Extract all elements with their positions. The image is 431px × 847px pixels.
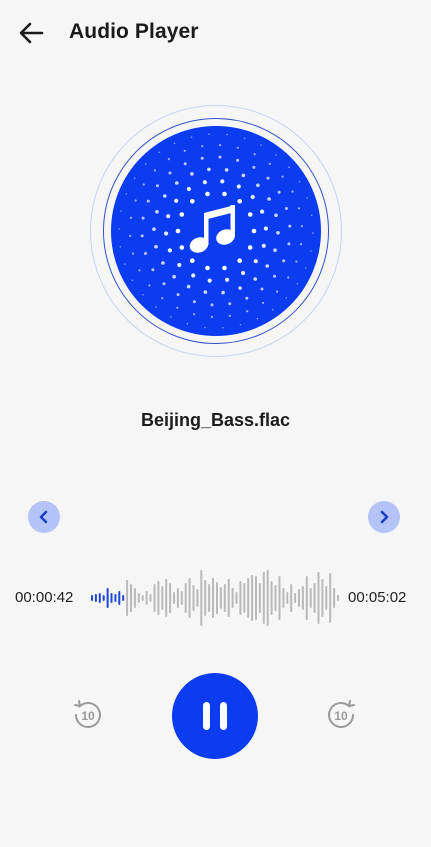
waveform-bar	[200, 570, 203, 626]
waveform-bar	[270, 581, 273, 615]
music-note-icon	[189, 205, 235, 253]
waveform-bar	[122, 595, 125, 601]
waveform-bar	[165, 579, 168, 617]
waveform-bar	[313, 583, 316, 613]
waveform-bar	[239, 581, 242, 615]
waveform-bar	[106, 588, 109, 608]
waveform-bar	[286, 592, 289, 604]
waveform-bar	[180, 591, 183, 605]
rewind-10-button[interactable]: 10	[70, 697, 106, 733]
waveform-bar	[337, 595, 339, 601]
waveform-bar	[321, 579, 324, 617]
waveform-bar	[251, 575, 254, 621]
waveform-bar	[219, 587, 222, 609]
pause-icon	[203, 702, 227, 730]
waveform-bar	[282, 588, 285, 608]
waveform-bar	[157, 581, 160, 615]
waveform-bar	[161, 586, 164, 610]
waveform-bar	[184, 583, 187, 613]
waveform-bar	[118, 591, 121, 605]
previous-track-button[interactable]	[28, 501, 60, 533]
waveform-bar	[317, 572, 320, 624]
waveform-bar	[176, 588, 179, 608]
forward-seconds-label: 10	[334, 709, 348, 723]
waveform-bar	[243, 583, 246, 613]
waveform-bar	[333, 588, 336, 608]
chevron-left-icon	[39, 510, 48, 524]
back-button[interactable]	[14, 16, 48, 50]
artwork-disc	[111, 126, 321, 336]
waveform-bar	[169, 583, 172, 613]
elapsed-time: 00:00:42	[15, 589, 74, 606]
waveform-bar	[208, 584, 211, 612]
waveform-bar	[294, 593, 297, 603]
app-header: Audio Player	[0, 0, 431, 66]
arrow-left-icon	[19, 22, 44, 44]
next-track-button[interactable]	[368, 501, 400, 533]
waveform-bar	[309, 588, 312, 608]
waveform-bar	[188, 578, 191, 618]
waveform-bar	[126, 580, 129, 616]
waveform-bar	[235, 592, 238, 604]
rewind-seconds-label: 10	[81, 709, 95, 723]
waveform-bar	[91, 595, 93, 601]
total-duration: 00:05:02	[348, 589, 407, 606]
waveform-bar	[133, 588, 136, 608]
waveform-bar	[278, 576, 281, 620]
waveform-bar	[301, 586, 304, 610]
waveform-bar	[305, 576, 308, 620]
forward-10-button[interactable]: 10	[323, 697, 359, 733]
waveform-bar	[255, 576, 257, 620]
waveform-bar	[274, 585, 277, 611]
waveform-bar	[114, 594, 117, 602]
waveform-bar	[247, 578, 250, 618]
chevron-right-icon	[380, 510, 389, 524]
album-artwork	[85, 100, 347, 362]
waveform-bar	[266, 570, 269, 626]
waveform-bar	[145, 591, 148, 605]
waveform-bar	[94, 594, 97, 602]
waveform-bar	[227, 579, 230, 617]
waveform-bar	[204, 580, 207, 616]
waveform-bar	[231, 588, 234, 608]
waveform-bar	[153, 584, 156, 612]
track-filename: Beijing_Bass.flac	[140, 410, 291, 430]
page-title: Audio Player	[69, 20, 199, 43]
waveform-bar	[98, 593, 101, 603]
waveform-bar	[141, 595, 144, 601]
waveform-bar	[102, 595, 105, 601]
waveform-bar	[130, 584, 132, 612]
waveform-bar	[216, 582, 218, 614]
waveform-bar	[290, 584, 293, 612]
waveform-bar	[298, 589, 300, 607]
waveform-bar	[258, 583, 261, 613]
waveform-bar	[149, 594, 152, 602]
waveform-bar	[110, 593, 113, 603]
waveform-bar	[212, 578, 214, 618]
waveform-bar	[325, 586, 328, 610]
waveform-seekbar[interactable]	[90, 560, 340, 636]
pause-button[interactable]	[172, 673, 258, 759]
waveform-bar	[329, 573, 332, 623]
waveform-bar	[137, 593, 140, 603]
waveform-bar	[192, 585, 195, 611]
waveform-bar	[173, 592, 175, 604]
waveform-bar	[196, 589, 199, 607]
waveform-bar	[262, 572, 265, 624]
waveform-bar	[223, 584, 226, 612]
